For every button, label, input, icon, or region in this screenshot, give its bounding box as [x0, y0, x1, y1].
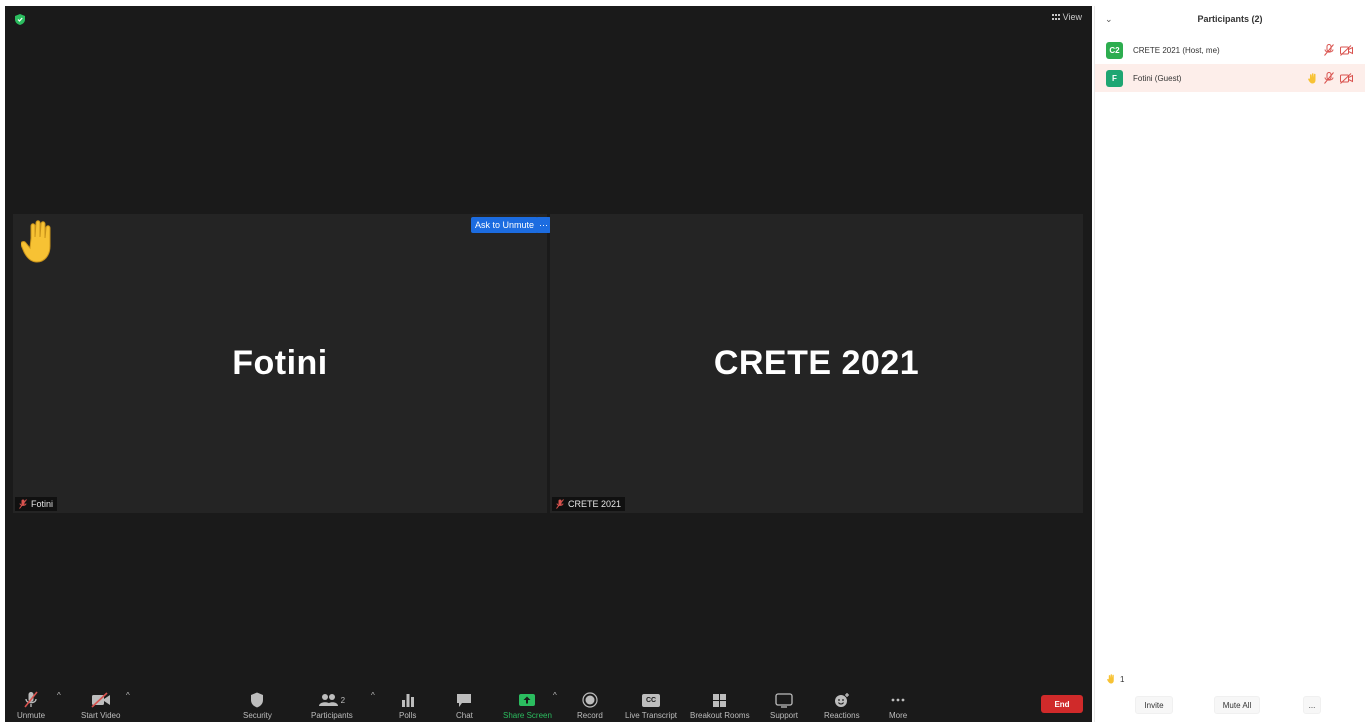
view-button[interactable]: View	[1051, 12, 1082, 22]
avatar: F	[1106, 69, 1123, 87]
polls-button[interactable]: Polls	[399, 690, 416, 720]
participant-name: CRETE 2021 (Host, me)	[1133, 45, 1220, 55]
zoom-window: View Ask to Unmute ··· Fotini Fotini CRE…	[0, 0, 1371, 722]
record-button[interactable]: Record	[577, 690, 603, 720]
record-icon	[582, 690, 598, 710]
unmute-label: Unmute	[17, 711, 46, 720]
meeting-area: View Ask to Unmute ··· Fotini Fotini CRE…	[5, 6, 1092, 722]
encryption-shield-icon[interactable]	[15, 14, 25, 25]
support-button[interactable]: Support	[770, 690, 798, 720]
reactions-icon	[834, 690, 850, 710]
raised-hands-count: 1	[1120, 674, 1125, 684]
share-screen-icon	[518, 690, 536, 710]
tile-name-tag-label: CRETE 2021	[568, 499, 622, 509]
tile-display-name: Fotini	[232, 344, 328, 382]
polls-label: Polls	[399, 711, 417, 720]
more-label: More	[889, 711, 908, 720]
unmute-button[interactable]: Unmute	[17, 690, 45, 720]
more-button[interactable]: More	[889, 690, 907, 720]
reactions-button[interactable]: Reactions	[824, 690, 860, 720]
video-tile-crete-2021[interactable]: CRETE 2021 CRETE 2021	[550, 214, 1083, 513]
breakout-rooms-button[interactable]: Breakout Rooms	[690, 690, 750, 720]
grid-icon	[1051, 13, 1060, 21]
security-button[interactable]: Security	[243, 690, 272, 720]
video-tile-fotini[interactable]: Ask to Unmute ··· Fotini Fotini	[13, 214, 551, 513]
live-transcript-label: Live Transcript	[625, 711, 678, 720]
participants-button[interactable]: 2 Participants	[311, 690, 353, 720]
video-off-icon	[91, 690, 111, 710]
mic-muted-icon	[1324, 72, 1334, 84]
video-off-icon	[1340, 44, 1353, 56]
share-options-caret[interactable]: ^	[553, 691, 557, 700]
share-screen-button[interactable]: Share Screen	[503, 690, 552, 720]
live-transcript-button[interactable]: CC Live Transcript	[625, 690, 677, 720]
start-video-label: Start Video	[81, 711, 121, 720]
raised-hands-counter: 1	[1107, 674, 1124, 684]
tile-name-tag-label: Fotini	[31, 499, 54, 509]
share-screen-label: Share Screen	[503, 711, 552, 720]
participant-row[interactable]: C2 CRETE 2021 (Host, me)	[1095, 36, 1365, 64]
reactions-label: Reactions	[824, 711, 860, 720]
shield-icon	[250, 690, 264, 710]
participants-panel: ⌄ Participants (2) C2 CRETE 2021 (Host, …	[1094, 6, 1365, 722]
breakout-rooms-label: Breakout Rooms	[690, 711, 750, 720]
polls-icon	[401, 690, 415, 710]
raised-hand-icon	[21, 220, 51, 263]
participants-label: Participants	[311, 711, 353, 720]
more-dots-icon	[890, 690, 906, 710]
support-icon	[775, 690, 793, 710]
mic-muted-icon	[556, 499, 564, 509]
support-label: Support	[770, 711, 799, 720]
tile-name-tag: Fotini	[15, 497, 58, 511]
mic-muted-icon	[19, 499, 27, 509]
end-meeting-button[interactable]: End	[1041, 695, 1083, 713]
record-label: Record	[577, 711, 603, 720]
panel-title: Participants (2)	[1197, 14, 1263, 24]
start-video-button[interactable]: Start Video	[81, 690, 120, 720]
ask-to-unmute-button[interactable]: Ask to Unmute	[471, 217, 539, 233]
avatar: C2	[1106, 41, 1123, 59]
closed-caption-icon: CC	[642, 690, 661, 710]
panel-footer: Invite Mute All ...	[1095, 690, 1365, 722]
video-options-caret[interactable]: ^	[126, 691, 130, 700]
tile-display-name: CRETE 2021	[713, 344, 920, 382]
raised-hand-icon	[1107, 674, 1114, 684]
tile-more-options-button[interactable]: ···	[536, 217, 551, 233]
participants-options-caret[interactable]: ^	[371, 691, 375, 700]
participant-row[interactable]: F Fotini (Guest)	[1095, 64, 1365, 92]
participant-name: Fotini (Guest)	[1133, 73, 1182, 83]
meeting-toolbar: Unmute ^ Start Video ^ Security 2 Partic…	[5, 684, 1092, 722]
participants-icon: 2	[318, 690, 346, 710]
mic-muted-icon	[1324, 44, 1334, 56]
mute-all-button[interactable]: Mute All	[1214, 696, 1260, 714]
view-label: View	[1062, 12, 1082, 22]
breakout-rooms-icon	[712, 690, 727, 710]
chat-icon	[456, 690, 472, 710]
video-off-icon	[1340, 72, 1353, 84]
audio-options-caret[interactable]: ^	[57, 691, 61, 700]
invite-button[interactable]: Invite	[1135, 696, 1173, 714]
chat-label: Chat	[456, 711, 473, 720]
mic-muted-icon	[23, 690, 39, 710]
panel-more-button[interactable]: ...	[1303, 696, 1321, 714]
raised-hand-icon	[1308, 72, 1316, 83]
tile-name-tag: CRETE 2021	[552, 497, 626, 511]
participants-count: 2	[340, 695, 346, 705]
chat-button[interactable]: Chat	[456, 690, 473, 720]
security-label: Security	[243, 711, 272, 720]
